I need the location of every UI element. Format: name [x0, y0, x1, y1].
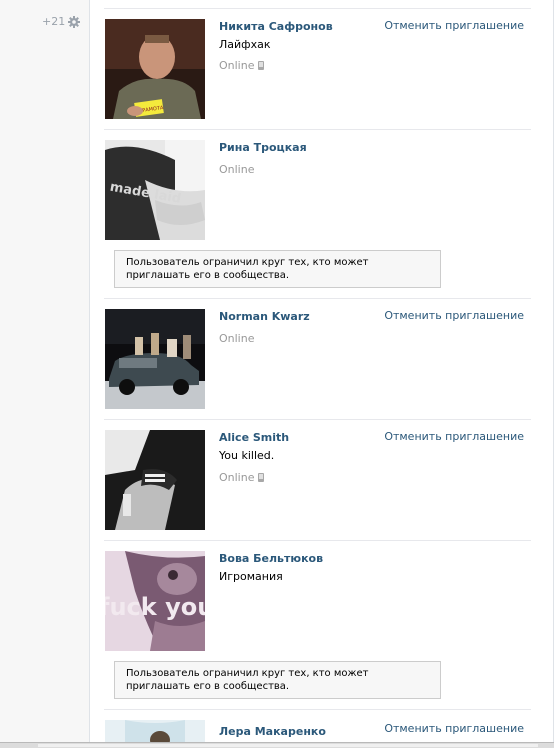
- scrollbar-thumb[interactable]: [38, 744, 538, 747]
- cancel-invite-button[interactable]: Отменить приглашение: [384, 722, 524, 735]
- friend-photo[interactable]: ГРАМОТА: [105, 19, 205, 119]
- online-label: Online: [219, 471, 255, 484]
- friend-name[interactable]: Вова Бельтюков: [219, 552, 323, 565]
- cancel-invite-button[interactable]: Отменить приглашение: [384, 309, 524, 322]
- friend-photo[interactable]: [105, 309, 205, 409]
- friend-name[interactable]: Никита Сафронов: [219, 20, 333, 33]
- cancel-invite-button[interactable]: Отменить приглашение: [384, 430, 524, 443]
- friend-photo[interactable]: fuck you: [105, 551, 205, 651]
- left-column: +21: [0, 0, 90, 748]
- row-divider: [104, 540, 531, 541]
- counter-label: +21: [42, 15, 66, 28]
- top-divider: [104, 8, 531, 9]
- mobile-phone-icon: [258, 473, 265, 482]
- friend-name[interactable]: Alice Smith: [219, 431, 289, 444]
- friend-status: Лайфхак: [219, 38, 271, 51]
- row-divider: [104, 298, 531, 299]
- friend-name[interactable]: Norman Kwarz: [219, 310, 310, 323]
- friend-status: You killed.: [219, 449, 275, 462]
- online-indicator: Online: [219, 163, 254, 176]
- online-label: Online: [219, 332, 255, 345]
- cancel-invite-button[interactable]: Отменить приглашение: [384, 19, 524, 32]
- friend-photo[interactable]: [105, 430, 205, 530]
- row-divider: [104, 419, 531, 420]
- row-divider: [104, 709, 531, 710]
- friend-name[interactable]: Лера Макаренко: [219, 725, 326, 738]
- online-label: Online: [219, 59, 255, 72]
- friend-row: made laid Рина Троцкая Online Пользовате…: [104, 140, 531, 291]
- online-indicator: Online: [219, 471, 265, 484]
- online-indicator: Online: [219, 332, 254, 345]
- counter[interactable]: +21: [42, 15, 81, 28]
- horizontal-scrollbar[interactable]: [0, 742, 554, 748]
- friend-row: Norman Kwarz Online Отменить приглашение: [104, 309, 531, 410]
- mobile-phone-icon: [258, 61, 265, 70]
- friend-status: Игромания: [219, 570, 283, 583]
- friend-row: Alice Smith You killed. Online Отменить …: [104, 430, 531, 531]
- row-divider: [104, 129, 531, 130]
- invite-restriction-notice: Пользователь ограничил круг тех, кто мож…: [114, 250, 441, 288]
- friend-photo[interactable]: made laid: [105, 140, 205, 240]
- online-label: Online: [219, 163, 255, 176]
- friend-name[interactable]: Рина Троцкая: [219, 141, 307, 154]
- friend-row: ГРАМОТА Никита Сафронов Лайфхак Online О…: [104, 19, 531, 120]
- online-indicator: Online: [219, 59, 265, 72]
- gear-icon[interactable]: [68, 15, 81, 28]
- wallpaper-text: fuck you: [105, 593, 205, 621]
- friend-row: fuck you Вова Бельтюков Игромания Пользо…: [104, 551, 531, 702]
- invite-restriction-notice: Пользователь ограничил круг тех, кто мож…: [114, 661, 441, 699]
